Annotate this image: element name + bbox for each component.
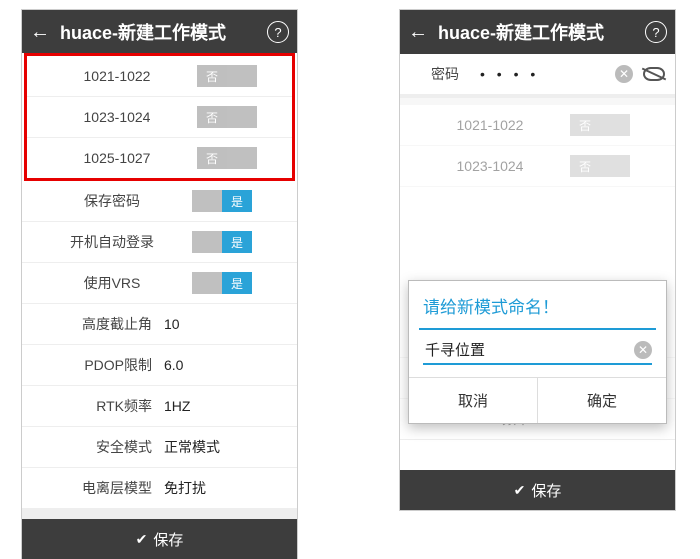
clear-icon[interactable]: ✕ (634, 341, 652, 359)
body: 密码 • • • • ✕ 1021-1022 否 1023-1024 否 高度截… (400, 54, 675, 470)
back-icon[interactable]: ← (408, 21, 428, 44)
header-title: huace-新建工作模式 (438, 19, 635, 45)
field-value: 6.0 (164, 357, 287, 373)
toggle-row: 使用VRS 是 (22, 263, 297, 304)
row-label: 1025-1027 (37, 150, 197, 166)
row-label: 开机自动登录 (32, 232, 192, 252)
field-label: PDOP限制 (32, 355, 164, 375)
row-label: 1021-1022 (37, 68, 197, 84)
field-label: 电离层模型 (32, 478, 164, 498)
toggle-row: 1025-1027 否 (27, 138, 292, 178)
field-value: 10 (164, 316, 287, 332)
name-dialog: 请给新模式命名！ ✕ 取消 确定 (408, 280, 667, 424)
field-label: RTK频率 (32, 396, 164, 416)
toggle-row: 开机自动登录 是 (22, 222, 297, 263)
toggle-row: 1021-1022 否 (400, 105, 675, 146)
clear-icon[interactable]: ✕ (615, 65, 633, 83)
field-value: 免打扰 (164, 478, 287, 498)
field-row[interactable]: 安全模式 正常模式 (22, 427, 297, 468)
save-button[interactable]: 保存 (22, 519, 297, 559)
toggle-1025[interactable]: 否 (197, 147, 257, 169)
phone-left: ← huace-新建工作模式 ? 1021-1022 否 1023-1024 否… (22, 10, 297, 559)
save-label: 保存 (153, 529, 183, 550)
toggle-1023[interactable]: 否 (197, 106, 257, 128)
toggle-row: 1021-1022 否 (27, 56, 292, 97)
toggle-auto-login[interactable]: 是 (192, 231, 252, 253)
toggle-1023[interactable]: 否 (570, 155, 630, 177)
dialog-buttons: 取消 确定 (409, 377, 666, 423)
row-label: 1021-1022 (410, 117, 570, 133)
row-label: 保存密码 (32, 191, 192, 211)
highlight-box: 1021-1022 否 1023-1024 否 1025-1027 否 (24, 53, 295, 181)
help-icon[interactable]: ? (267, 21, 289, 43)
check-icon (514, 482, 526, 499)
toggle-use-vrs[interactable]: 是 (192, 272, 252, 294)
toggle-row: 保存密码 是 (22, 181, 297, 222)
header: ← huace-新建工作模式 ? (22, 10, 297, 54)
password-row[interactable]: 密码 • • • • ✕ (400, 54, 675, 95)
toggle-save-password[interactable]: 是 (192, 190, 252, 212)
visibility-off-icon[interactable] (643, 67, 665, 81)
toggle-row: 1023-1024 否 (27, 97, 292, 138)
toggle-row: 1023-1024 否 (400, 146, 675, 187)
check-icon (136, 531, 148, 548)
save-label: 保存 (531, 480, 561, 501)
row-label: 1023-1024 (37, 109, 197, 125)
dialog-title: 请给新模式命名！ (409, 281, 666, 328)
ok-button[interactable]: 确定 (538, 378, 666, 423)
field-label: 高度截止角 (32, 314, 164, 334)
body: 1021-1022 否 1023-1024 否 1025-1027 否 保存密码 (22, 53, 297, 519)
separator (400, 95, 675, 105)
cancel-button[interactable]: 取消 (409, 378, 538, 423)
back-icon[interactable]: ← (30, 21, 50, 44)
phone-right: ← huace-新建工作模式 ? 密码 • • • • ✕ 1021-1022 … (400, 10, 675, 510)
password-value: • • • • (480, 66, 615, 82)
password-label: 密码 (410, 64, 480, 84)
header-title: huace-新建工作模式 (60, 19, 257, 45)
help-icon[interactable]: ? (645, 21, 667, 43)
field-value: 1HZ (164, 398, 287, 414)
row-label: 1023-1024 (410, 158, 570, 174)
field-row[interactable]: RTK频率 1HZ (22, 386, 297, 427)
separator (22, 509, 297, 519)
header: ← huace-新建工作模式 ? (400, 10, 675, 54)
field-row[interactable]: PDOP限制 6.0 (22, 345, 297, 386)
field-row[interactable]: 高度截止角 10 (22, 304, 297, 345)
mode-name-input[interactable] (423, 340, 634, 359)
dialog-divider (419, 328, 656, 330)
toggle-1021[interactable]: 否 (197, 65, 257, 87)
toggle-1021[interactable]: 否 (570, 114, 630, 136)
field-label: 安全模式 (32, 437, 164, 457)
dialog-input-wrap: ✕ (423, 340, 652, 365)
save-button[interactable]: 保存 (400, 470, 675, 510)
row-label: 使用VRS (32, 273, 192, 293)
field-row[interactable]: 电离层模型 免打扰 (22, 468, 297, 509)
field-value: 正常模式 (164, 437, 287, 457)
